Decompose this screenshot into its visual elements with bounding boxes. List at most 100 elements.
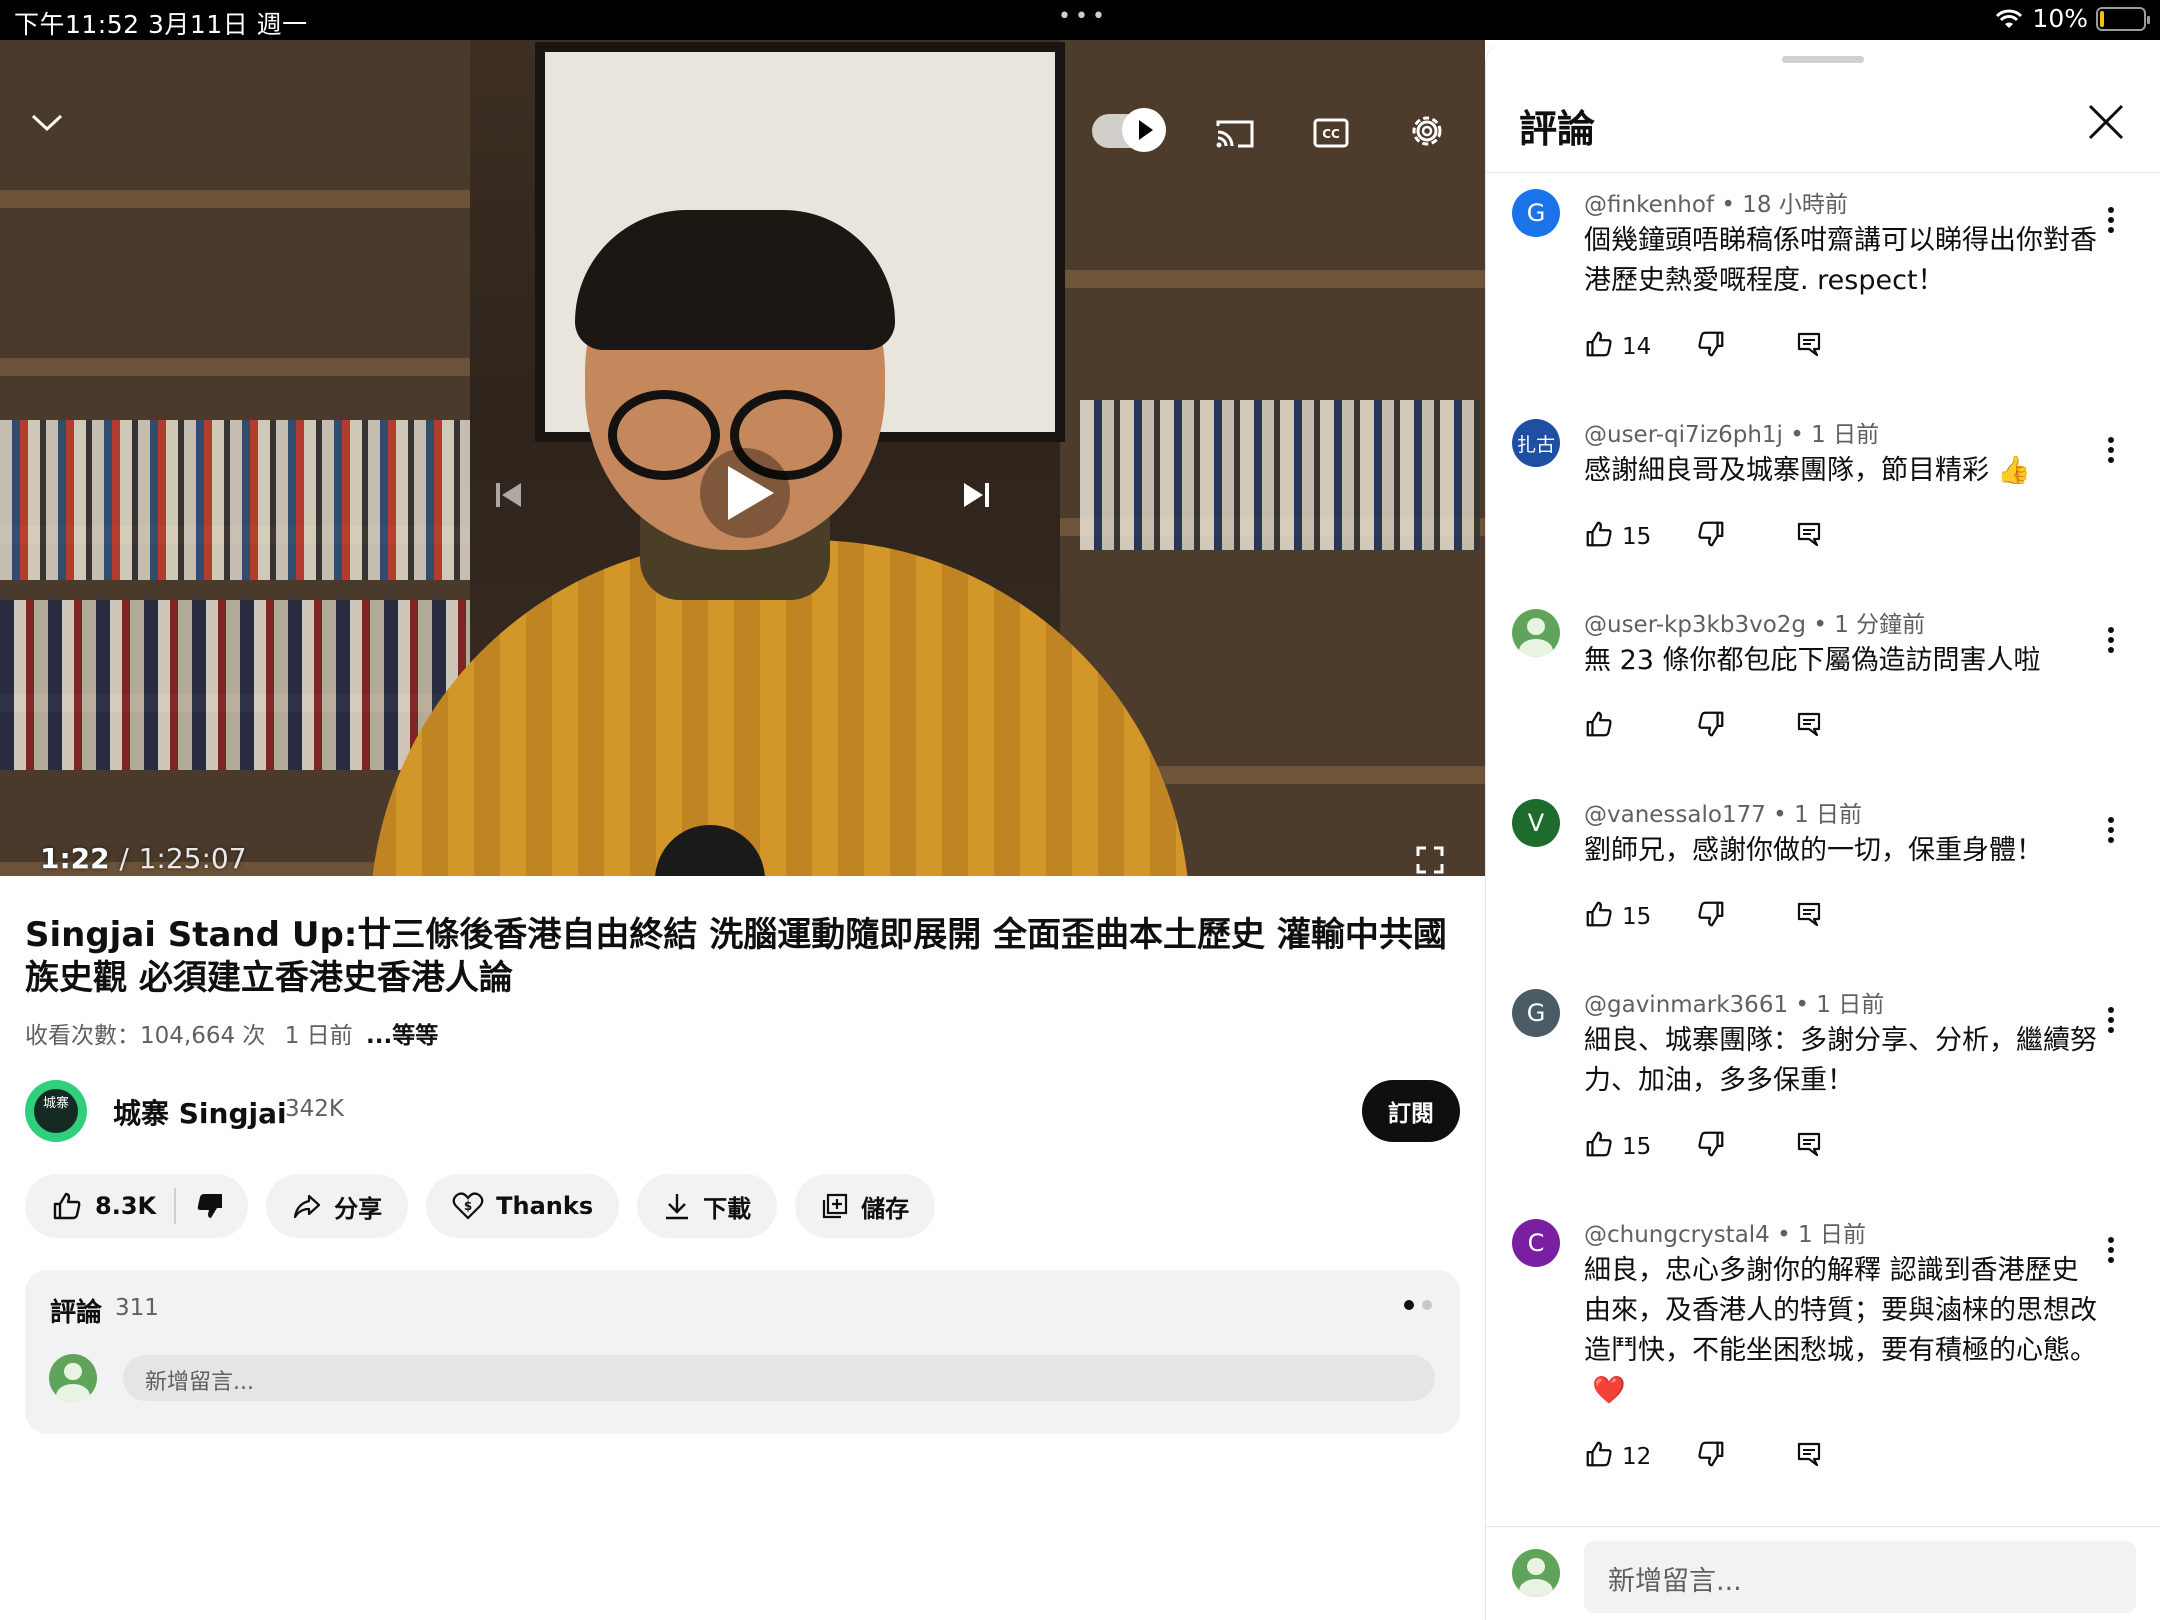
add-comment-input[interactable]: 新增留言... xyxy=(1584,1541,2136,1613)
comment-header[interactable]: @chungcrystal4 • 1 日前 xyxy=(1584,1215,1866,1249)
thumbs-up-icon xyxy=(1584,1439,1614,1475)
save-button[interactable]: 儲存 xyxy=(795,1174,936,1238)
current-time: 1:22 xyxy=(40,842,110,875)
user-avatar xyxy=(1512,1549,1560,1597)
comment-like-button[interactable]: 15 xyxy=(1584,519,1696,555)
comment-avatar[interactable]: C xyxy=(1512,1219,1560,1267)
more-options-icon[interactable] xyxy=(2106,435,2116,469)
comment-avatar[interactable] xyxy=(1512,609,1560,657)
channel-name[interactable]: 城寨 Singjai xyxy=(113,1092,287,1132)
share-button[interactable]: 分享 xyxy=(266,1174,409,1238)
comment-reply-button[interactable] xyxy=(1796,1131,1822,1163)
comment-like-button[interactable]: 15 xyxy=(1584,899,1696,935)
reply-icon xyxy=(1796,712,1822,743)
comment-like-button[interactable]: 15 xyxy=(1584,1129,1696,1165)
close-icon[interactable] xyxy=(2086,102,2126,142)
comment-like-count: 12 xyxy=(1622,1444,1652,1470)
thumbs-down-icon xyxy=(1696,521,1726,555)
comment-dislike-button[interactable] xyxy=(1696,899,1796,935)
comment-like-button[interactable]: 14 xyxy=(1584,329,1696,365)
comment-list[interactable]: G @finkenhof • 18 小時前個幾鐘頭唔睇稿係咁齋講可以睇得出你對香港… xyxy=(1486,173,2160,1570)
more-options-icon[interactable] xyxy=(2106,815,2116,849)
more-options-icon[interactable] xyxy=(2106,1235,2116,1269)
more-description-link[interactable]: ...等等 xyxy=(366,1023,438,1049)
more-options-icon[interactable] xyxy=(2106,205,2116,239)
comment-header[interactable]: @finkenhof • 18 小時前 xyxy=(1584,185,1848,219)
next-icon[interactable] xyxy=(960,480,992,510)
comment-author[interactable]: @finkenhof xyxy=(1584,192,1714,218)
comment-avatar[interactable]: G xyxy=(1512,989,1560,1037)
comment-reply-button[interactable] xyxy=(1796,1441,1822,1473)
comment-dislike-button[interactable] xyxy=(1696,709,1796,745)
comment-dislike-button[interactable] xyxy=(1696,329,1796,365)
comment-like-button[interactable] xyxy=(1584,709,1696,745)
more-options-icon[interactable] xyxy=(2106,625,2116,659)
comment-dislike-button[interactable] xyxy=(1696,1129,1796,1165)
drag-handle[interactable] xyxy=(1782,56,1864,63)
comment-author[interactable]: @gavinmark3661 xyxy=(1584,992,1788,1018)
play-icon[interactable] xyxy=(700,448,790,538)
svg-text:CC: CC xyxy=(1322,127,1340,141)
like-count[interactable]: 8.3K xyxy=(95,1192,156,1220)
multitasking-dots[interactable]: ••• xyxy=(1058,4,1109,29)
gear-icon[interactable] xyxy=(1406,110,1448,152)
add-comment-input[interactable]: 新增留言... xyxy=(123,1355,1435,1401)
comments-preview-card[interactable]: 評論 311 新增留言... xyxy=(25,1270,1460,1434)
comment-author[interactable]: @user-qi7iz6ph1j xyxy=(1584,422,1783,448)
comment-avatar[interactable]: 扎古 xyxy=(1512,419,1560,467)
comment-body: 個幾鐘頭唔睇稿係咁齋講可以睇得出你對香港歷史熱愛嘅程度. respect！ xyxy=(1584,225,2097,296)
comment-like-button[interactable]: 12 xyxy=(1584,1439,1696,1475)
time-display: 1:22 / 1:25:07 xyxy=(40,842,247,875)
comment-text: 無 23 條你都包庇下屬偽造訪問害人啦 xyxy=(1584,641,2104,681)
comment-body: 細良，忠心多謝你的解釋 認識到香港歷史由來，及香港人的特質；要與滷梾的思想改造鬥… xyxy=(1584,1255,2097,1366)
panel-title: 評論 xyxy=(1519,107,1596,151)
comment-time: 1 日前 xyxy=(1798,1222,1866,1248)
comment-text: 細良，忠心多謝你的解釋 認識到香港歷史由來，及香港人的特質；要與滷梾的思想改造鬥… xyxy=(1584,1251,2104,1411)
cast-icon[interactable] xyxy=(1214,118,1256,150)
comment-reply-button[interactable] xyxy=(1796,521,1822,553)
comment-actions: 15 xyxy=(1584,897,1822,937)
autoplay-toggle[interactable] xyxy=(1092,108,1166,152)
thumbs-up-icon[interactable] xyxy=(51,1190,83,1222)
thanks-button[interactable]: $ Thanks xyxy=(426,1174,620,1238)
battery-icon xyxy=(2096,6,2150,31)
comment-header[interactable]: @gavinmark3661 • 1 日前 xyxy=(1584,985,1884,1019)
thumbs-down-icon[interactable] xyxy=(194,1190,226,1222)
reply-icon xyxy=(1796,1442,1822,1473)
more-options-icon[interactable] xyxy=(2106,1005,2116,1039)
comment-reply-button[interactable] xyxy=(1796,711,1822,743)
panel-bottom-bar: 新增留言... xyxy=(1486,1526,2160,1620)
comment-avatar[interactable]: V xyxy=(1512,799,1560,847)
comment-body: 無 23 條你都包庇下屬偽造訪問害人啦 xyxy=(1584,645,2041,676)
comment-reply-button[interactable] xyxy=(1796,901,1822,933)
subscribe-button[interactable]: 訂閱 xyxy=(1362,1080,1460,1142)
thumbs-down-icon xyxy=(1696,1441,1726,1475)
fullscreen-icon[interactable] xyxy=(1416,846,1444,874)
svg-text:$: $ xyxy=(464,1199,472,1213)
meta-dot: • xyxy=(1806,612,1835,638)
comment-author[interactable]: @chungcrystal4 xyxy=(1584,1222,1770,1248)
comment-body: 感謝細良哥及城寨團隊，節目精彩 xyxy=(1584,455,1989,486)
comment-author[interactable]: @user-kp3kb3vo2g xyxy=(1584,612,1806,638)
cc-icon[interactable]: CC xyxy=(1313,118,1349,148)
user-avatar xyxy=(49,1354,97,1402)
comment-dislike-button[interactable] xyxy=(1696,1439,1796,1475)
channel-avatar[interactable]: 城寨 xyxy=(25,1080,87,1142)
comment-header[interactable]: @vanessalo177 • 1 日前 xyxy=(1584,795,1862,829)
video-title[interactable]: Singjai Stand Up:廿三條後香港自由終結 洗腦運動隨即展開 全面歪… xyxy=(25,914,1465,1000)
comment-header[interactable]: @user-qi7iz6ph1j • 1 日前 xyxy=(1584,415,1879,449)
video-player[interactable]: CC 1:22 / 1:25:07 xyxy=(0,40,1485,876)
download-button[interactable]: 下載 xyxy=(637,1174,778,1238)
comment-dislike-button[interactable] xyxy=(1696,519,1796,555)
thumbs-up-icon xyxy=(1584,1129,1614,1165)
meta-dot: • xyxy=(1782,422,1812,448)
thanks-label: Thanks xyxy=(496,1192,594,1220)
comment-avatar[interactable]: G xyxy=(1512,189,1560,237)
comment-author[interactable]: @vanessalo177 xyxy=(1584,802,1766,828)
previous-icon[interactable] xyxy=(493,480,525,510)
comment-reply-button[interactable] xyxy=(1796,331,1822,363)
video-meta[interactable]: 收看次數：104,664 次 1 日前 ...等等 xyxy=(25,1016,438,1050)
thumbs-down-icon xyxy=(1696,331,1726,365)
comment-header[interactable]: @user-kp3kb3vo2g • 1 分鐘前 xyxy=(1584,605,1925,639)
chevron-down-icon[interactable] xyxy=(30,112,64,134)
